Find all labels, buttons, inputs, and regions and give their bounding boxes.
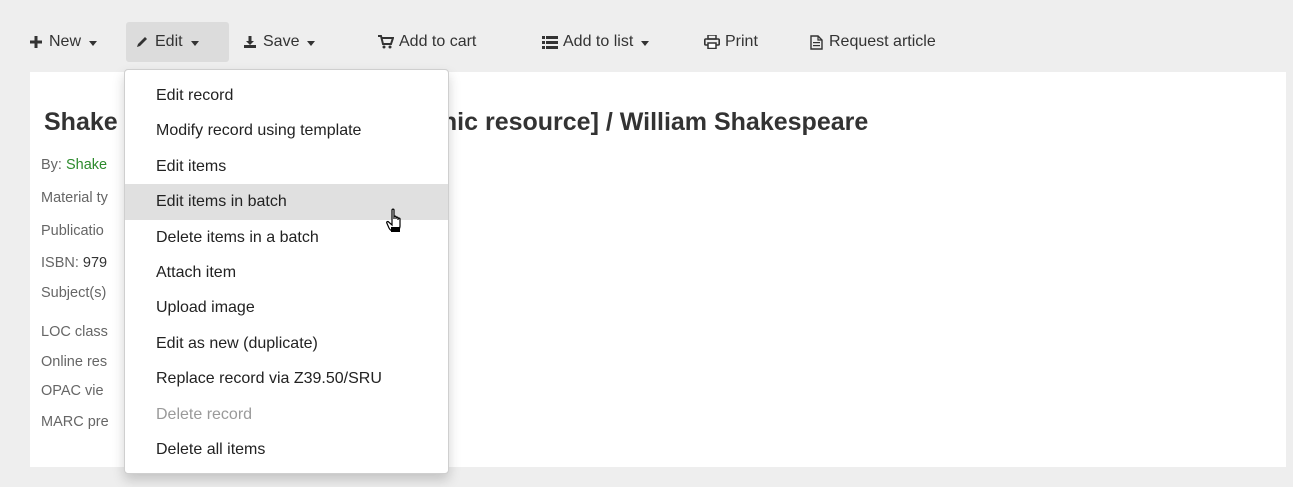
edit-button-label: Edit <box>155 33 183 50</box>
marc-preview-line: MARC pre <box>41 414 109 430</box>
subjects-line: Subject(s) <box>41 285 107 301</box>
request-article-label: Request article <box>829 33 936 50</box>
add-to-list-label: Add to list <box>563 33 634 50</box>
add-to-cart-button[interactable]: Add to cart <box>370 22 484 62</box>
new-button-label: New <box>49 33 82 50</box>
isbn-line: ISBN: 979 <box>41 255 108 271</box>
record-title-start: Shake <box>44 108 118 136</box>
author-link[interactable]: Shake <box>66 157 107 173</box>
add-to-cart-label: Add to cart <box>399 33 477 50</box>
menu-item-edit-items[interactable]: Edit items <box>125 149 448 184</box>
document-icon <box>808 34 824 50</box>
caret-down-icon <box>89 40 98 46</box>
menu-item-delete-all-items[interactable]: Delete all items <box>125 432 448 467</box>
menu-item-delete-record: Delete record <box>156 405 253 423</box>
pencil-icon <box>134 34 150 50</box>
menu-item-upload-image[interactable]: Upload image <box>125 290 448 325</box>
material-type-line: Material ty <box>41 190 108 206</box>
online-resource-line: Online res <box>41 354 108 370</box>
menu-item-edit-record[interactable]: Edit record <box>125 78 448 113</box>
opac-view-line: OPAC vie <box>41 383 104 399</box>
caret-down-icon <box>641 40 650 46</box>
menu-item-modify-record-template[interactable]: Modify record using template <box>125 113 448 148</box>
caret-down-icon <box>190 40 199 46</box>
edit-dropdown-menu: Edit record Modify record using template… <box>124 69 449 474</box>
new-button[interactable]: New <box>20 22 105 62</box>
download-icon <box>242 34 258 50</box>
print-label: Print <box>725 33 758 50</box>
cart-icon <box>378 34 394 50</box>
author-line: By: Shake <box>41 157 108 173</box>
print-button[interactable]: Print <box>696 22 766 62</box>
record-toolbar: New Edit Save Add to cart Add to list Pr <box>0 18 1293 66</box>
publication-line: Publicatio <box>41 223 104 239</box>
list-icon <box>542 34 558 50</box>
plus-icon <box>28 34 44 50</box>
caret-down-icon <box>307 40 316 46</box>
menu-item-edit-as-new[interactable]: Edit as new (duplicate) <box>125 326 448 361</box>
menu-item-attach-item[interactable]: Attach item <box>125 255 448 290</box>
hand-cursor-icon <box>386 208 408 239</box>
save-button[interactable]: Save <box>234 22 323 62</box>
add-to-list-button[interactable]: Add to list <box>534 22 657 62</box>
menu-item-replace-record-z3950[interactable]: Replace record via Z39.50/SRU <box>125 361 448 396</box>
save-button-label: Save <box>263 33 300 50</box>
edit-button[interactable]: Edit <box>126 22 229 62</box>
loc-classification-line: LOC class <box>41 324 108 340</box>
request-article-button[interactable]: Request article <box>800 22 944 62</box>
printer-icon <box>704 34 720 50</box>
record-title-end: ctronic resource] / William Shakespeare <box>394 108 869 136</box>
